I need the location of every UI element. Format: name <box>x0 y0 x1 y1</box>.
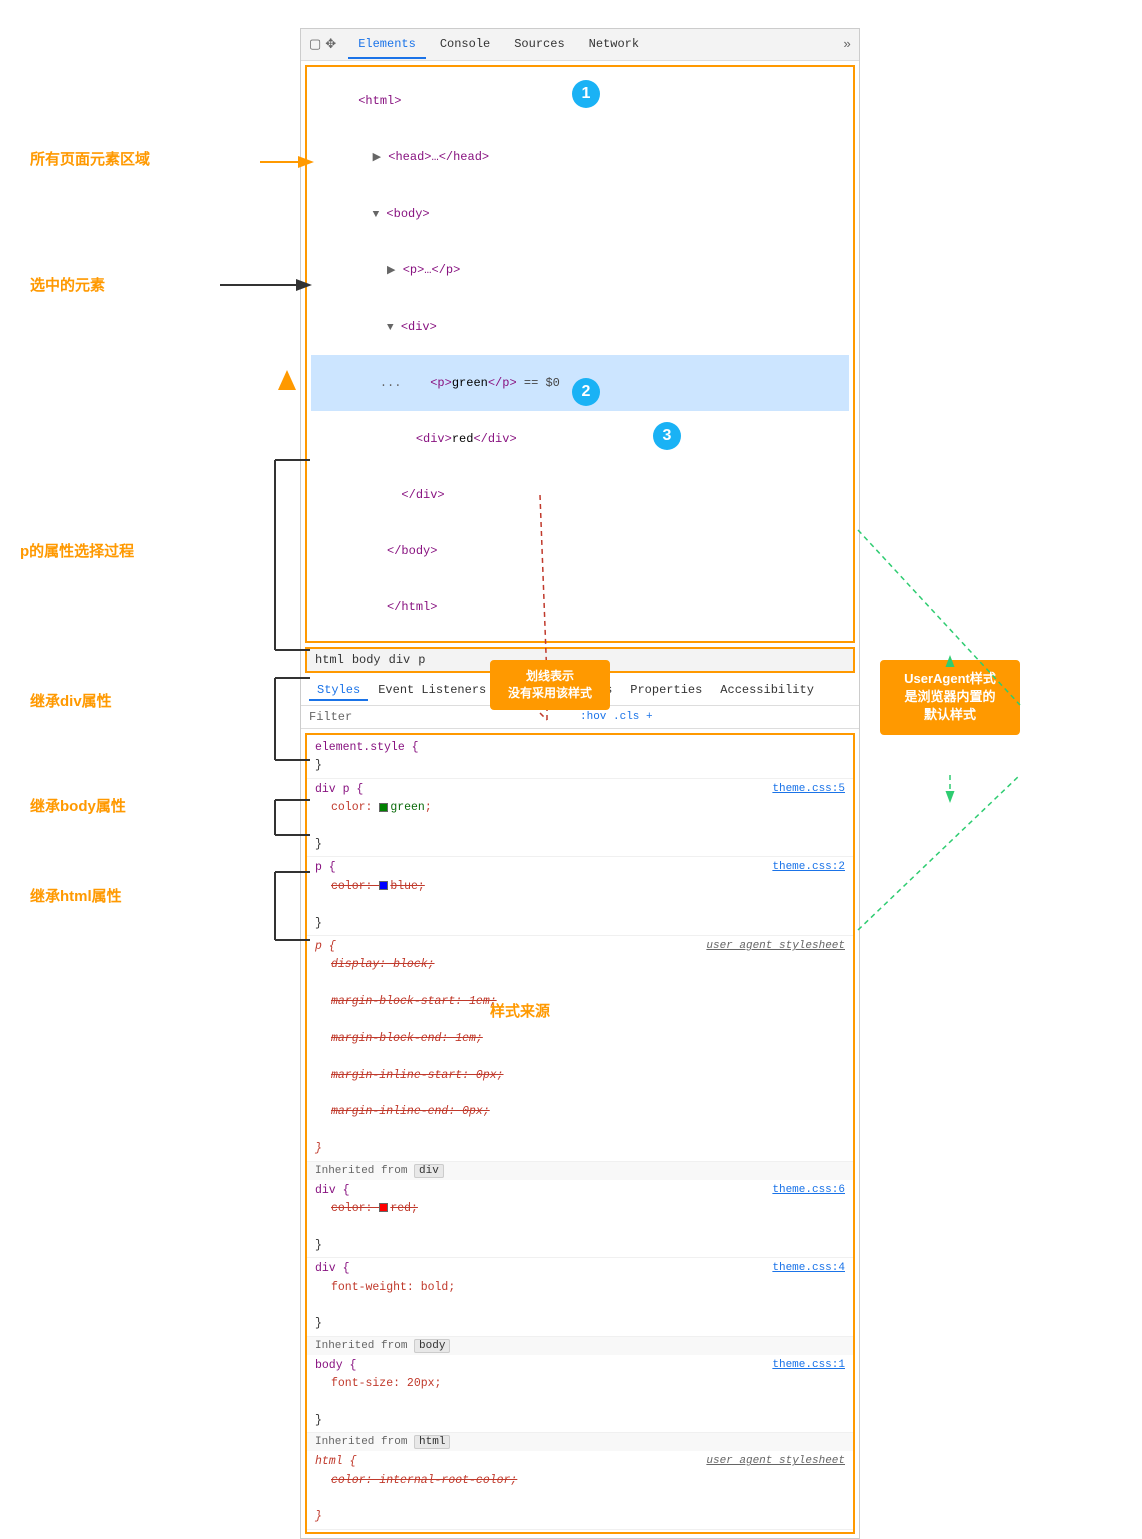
source-theme4[interactable]: theme.css:4 <box>772 1260 845 1278</box>
styles-tab-access[interactable]: Accessibility <box>712 681 822 701</box>
html-line-8: </div> <box>311 467 849 523</box>
styles-tab-styles[interactable]: Styles <box>309 681 368 701</box>
source-theme1[interactable]: theme.css:1 <box>772 1357 845 1375</box>
inspect-icon: ✥ <box>325 37 336 52</box>
annotation-p-process: p的属性选择过程 <box>20 540 134 561</box>
source-ua1: user agent stylesheet <box>706 938 845 956</box>
circle-1: 1 <box>572 80 600 108</box>
devtools-tabs: ▢ ✥ Elements Console Sources Network » <box>301 29 859 61</box>
html-line-2: ▶ <head>…</head> <box>311 129 849 186</box>
annotation-all-elements: 所有页面元素区域 <box>30 148 150 169</box>
annotation-inherit-html: 继承html属性 <box>30 885 122 906</box>
tab-console[interactable]: Console <box>430 31 500 59</box>
html-line-5: ▼ <div> <box>311 299 849 356</box>
html-line-10: </html> <box>311 579 849 635</box>
html-line-7: <div>red</div> <box>311 411 849 467</box>
filter-actions[interactable]: :hov .cls + <box>580 711 851 723</box>
html-line-4: ▶ <p>…</p> <box>311 242 849 299</box>
cursor-icon: ▢ <box>309 37 321 52</box>
inherited-from-div: Inherited from div <box>307 1162 853 1180</box>
annotation-style-source: 样式来源 <box>490 1000 550 1021</box>
css-rule-body: theme.css:1 body { font-size: 20px; } <box>307 1355 853 1434</box>
devtools-panel: ▢ ✥ Elements Console Sources Network » <… <box>300 28 860 1539</box>
breadcrumb-body[interactable]: body <box>352 653 381 667</box>
styles-tab-props[interactable]: Properties <box>622 681 710 701</box>
box-useragent: UserAgent样式 是浏览器内置的 默认样式 <box>880 660 1020 735</box>
tab-sources[interactable]: Sources <box>504 31 574 59</box>
breadcrumb-html[interactable]: html <box>315 653 344 667</box>
inherited-from-html: Inherited from html <box>307 1433 853 1451</box>
tooltip-strikethrough: 划线表示 没有采用该样式 <box>490 660 610 710</box>
source-theme5[interactable]: theme.css:5 <box>772 781 845 799</box>
styles-tab-event[interactable]: Event Listeners <box>370 681 494 701</box>
css-rule-div-red: theme.css:6 div { color: red; } <box>307 1180 853 1259</box>
html-line-9: </body> <box>311 523 849 579</box>
breadcrumb-p[interactable]: p <box>418 653 425 667</box>
source-ua2: user agent stylesheet <box>706 1453 845 1471</box>
annotation-inherit-body: 继承body属性 <box>30 795 126 816</box>
tab-elements[interactable]: Elements <box>348 31 426 59</box>
css-rule-p-blue: theme.css:2 p { color: blue; } <box>307 857 853 936</box>
css-rule-div-p: theme.css:5 div p { color: green; } <box>307 779 853 858</box>
css-rule-html-ua: user agent stylesheet html { color: inte… <box>307 1451 853 1530</box>
circle-2: 2 <box>572 378 600 406</box>
inherited-from-body: Inherited from body <box>307 1337 853 1355</box>
filter-label: Filter <box>309 710 580 724</box>
html-line-3: ▼ <body> <box>311 186 849 243</box>
elements-section: <html> ▶ <head>…</head> ▼ <body> ▶ <p>…<… <box>305 65 855 643</box>
breadcrumb-div[interactable]: div <box>389 653 411 667</box>
tab-icons: ▢ ✥ <box>309 37 336 52</box>
annotation-selected: 选中的元素 <box>30 274 105 295</box>
css-rule-div-bold: theme.css:4 div { font-weight: bold; } <box>307 1258 853 1337</box>
tab-more[interactable]: » <box>843 37 851 52</box>
source-theme6[interactable]: theme.css:6 <box>772 1182 845 1200</box>
css-rule-p-ua: user agent stylesheet p { display: block… <box>307 936 853 1162</box>
annotation-inherit-div: 继承div属性 <box>30 690 112 711</box>
tab-network[interactable]: Network <box>579 31 649 59</box>
css-rule-element-style: element.style { } <box>307 737 853 779</box>
styles-section: element.style { } theme.css:5 div p { co… <box>305 733 855 1534</box>
source-theme2[interactable]: theme.css:2 <box>772 859 845 877</box>
circle-3: 3 <box>653 422 681 450</box>
